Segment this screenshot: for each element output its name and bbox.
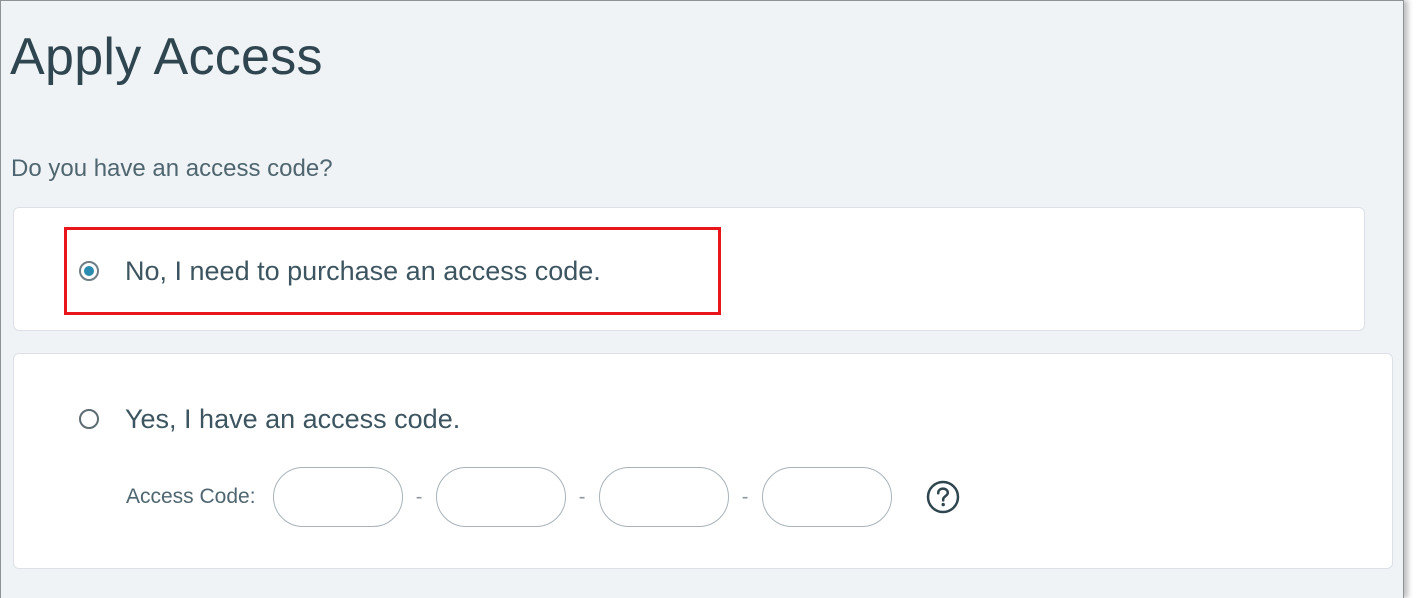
radio-button-unselected[interactable] <box>79 409 99 429</box>
existing-code-option-card <box>13 353 1393 569</box>
page-title: Apply Access <box>10 28 323 86</box>
app-frame: Apply Access Do you have an access code?… <box>0 0 1404 598</box>
radio-button-selected[interactable] <box>79 261 99 281</box>
access-code-segment-2[interactable] <box>435 467 566 527</box>
segment-separator: - <box>578 485 586 508</box>
access-code-row: Access Code: - - - <box>126 467 961 527</box>
access-code-question: Do you have an access code? <box>11 155 333 182</box>
access-code-segment-1[interactable] <box>272 467 403 527</box>
access-code-label: Access Code: <box>126 485 256 508</box>
radio-label-purchase: No, I need to purchase an access code. <box>125 256 601 286</box>
access-code-segment-3[interactable] <box>598 467 729 527</box>
segment-separator: - <box>741 485 749 508</box>
access-code-segment-4[interactable] <box>761 467 892 527</box>
radio-option-have-code[interactable]: Yes, I have an access code. <box>79 399 460 439</box>
segment-separator: - <box>415 485 423 508</box>
radio-label-have-code: Yes, I have an access code. <box>125 404 461 434</box>
radio-option-purchase[interactable]: No, I need to purchase an access code. <box>79 251 601 291</box>
question-circle-icon[interactable] <box>925 479 961 515</box>
